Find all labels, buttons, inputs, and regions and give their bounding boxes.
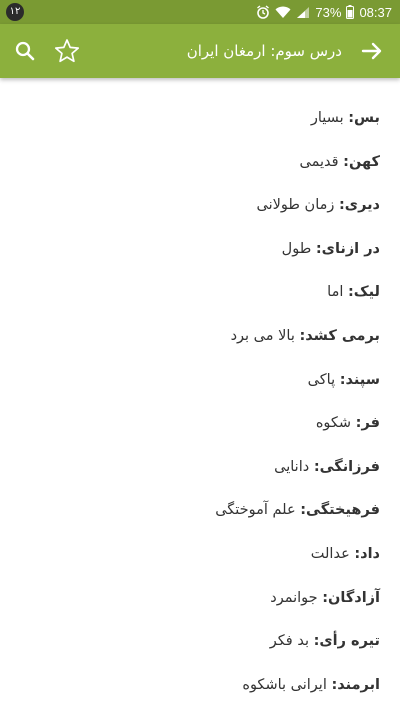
- status-bar: ۱۲ 73% 08:37: [0, 0, 400, 24]
- vocab-item: تیره رأی: بد فکر: [20, 633, 380, 677]
- vocab-term: داد:: [354, 545, 380, 562]
- battery-percent: 73%: [315, 4, 342, 20]
- vocab-item: سپند: پاکی: [20, 372, 380, 416]
- vocab-definition: بسیار: [310, 110, 349, 126]
- vocab-item: داد: عدالت: [20, 546, 380, 590]
- star-outline-icon: [54, 39, 80, 63]
- back-button[interactable]: [350, 24, 394, 78]
- vocab-definition: قدیمی: [299, 153, 344, 170]
- wifi-icon: [275, 6, 291, 19]
- notification-badge: ۱۲: [6, 3, 24, 21]
- status-icons: 73% 08:37: [256, 0, 392, 24]
- vocab-definition: بد فکر: [269, 633, 314, 650]
- vocab-definition: ایرانی باشکوه: [242, 676, 332, 693]
- arrow-forward-icon: [361, 42, 382, 60]
- vocab-definition: بالا می برد: [230, 327, 300, 344]
- lesson-content[interactable]: بس: بسیار کهن: قدیمی دیری: زمان طولانی د…: [0, 78, 400, 711]
- favorite-button[interactable]: [45, 24, 89, 78]
- clock-time: 08:37: [359, 4, 392, 20]
- vocab-definition: دانایی: [274, 458, 314, 475]
- vocab-definition: علم آموختگی: [215, 502, 301, 519]
- vocab-term: دیری:: [339, 197, 380, 214]
- vocab-definition: عدالت: [310, 545, 355, 562]
- vocab-term: تیره رأی:: [313, 633, 380, 650]
- alarm-icon: [256, 5, 270, 19]
- vocab-definition: طول: [281, 240, 316, 257]
- vocab-item: فرهیختگی: علم آموختگی: [20, 502, 380, 546]
- vocab-term: فرهیختگی:: [300, 502, 380, 519]
- vocab-term: در ازنای:: [315, 240, 380, 257]
- vocabulary-list: بس: بسیار کهن: قدیمی دیری: زمان طولانی د…: [0, 78, 400, 711]
- vocab-item: دیری: زمان طولانی: [20, 197, 380, 241]
- vocab-term: لیک:: [347, 284, 380, 301]
- vocab-item: آزادگان: جوانمرد: [20, 590, 380, 634]
- vocab-term: فر:: [355, 415, 380, 432]
- vocab-term: برمی کشد:: [299, 327, 380, 344]
- vocab-definition: اما: [327, 284, 348, 301]
- vocab-term: ابرمند:: [331, 676, 380, 693]
- vocab-definition: زمان طولانی: [256, 197, 339, 214]
- vocab-definition: جوانمرد: [270, 589, 323, 606]
- vocab-term: بس:: [348, 110, 380, 126]
- vocab-item: کهن: قدیمی: [20, 154, 380, 198]
- signal-icon: [296, 6, 310, 19]
- vocab-term: آزادگان:: [322, 589, 380, 606]
- app-bar: درس سوم: ارمغان ایران: [0, 24, 400, 78]
- search-icon: [15, 41, 35, 61]
- vocab-item: برمی کشد: بالا می برد: [20, 328, 380, 372]
- vocab-item: لیک: اما: [20, 284, 380, 328]
- vocab-item: فر: شکوه: [20, 415, 380, 459]
- page-title: درس سوم: ارمغان ایران: [186, 42, 342, 60]
- search-button[interactable]: [3, 24, 47, 78]
- vocab-item: بس: بسیار: [20, 110, 380, 154]
- vocab-item: ابرمند: ایرانی باشکوه: [20, 677, 380, 711]
- battery-icon: [346, 5, 355, 19]
- vocab-definition: پاکی: [307, 371, 340, 388]
- vocab-item: فرزانگی: دانایی: [20, 459, 380, 503]
- vocab-term: سپند:: [339, 371, 380, 388]
- vocab-definition: شکوه: [315, 415, 356, 432]
- vocab-item: در ازنای: طول: [20, 241, 380, 285]
- vocab-term: فرزانگی:: [313, 458, 380, 475]
- vocab-term: کهن:: [343, 153, 380, 170]
